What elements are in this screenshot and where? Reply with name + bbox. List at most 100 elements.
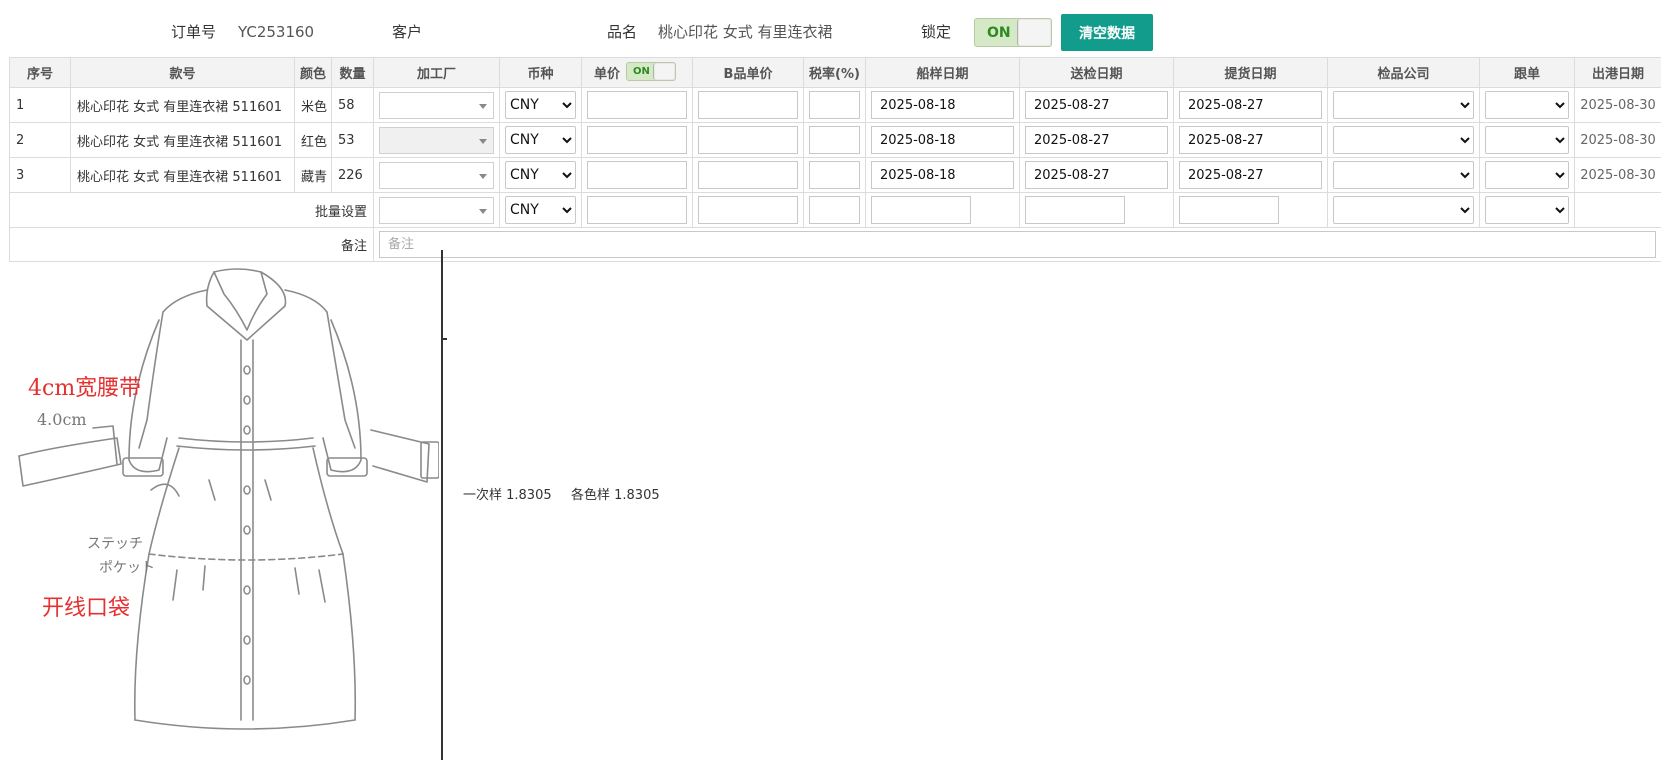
caret-down-icon: [479, 208, 487, 214]
unit-price-input[interactable]: [587, 161, 687, 189]
row-seq: 1: [9, 87, 71, 123]
row-qty: 58: [331, 87, 374, 123]
col-qty: 数量: [331, 57, 374, 88]
follow-up-select[interactable]: [1485, 161, 1569, 189]
col-tax-rate: 税率(%): [803, 57, 866, 88]
unit-price-input[interactable]: [587, 126, 687, 154]
batch-inspection-company-select[interactable]: [1333, 196, 1474, 224]
annotation-waistband: 4cm宽腰带: [28, 376, 142, 401]
batch-settings-row: 批量设置 CNY: [9, 192, 1661, 228]
order-number-value: YC253160: [238, 23, 315, 41]
product-name-value: 桃心印花 女式 有里连衣裙: [658, 23, 833, 41]
color-sample-info: 各色样 1.8305: [571, 488, 660, 503]
currency-select[interactable]: CNY: [505, 91, 576, 119]
factory-select[interactable]: [379, 126, 494, 154]
ship-sample-date-input[interactable]: [871, 126, 1014, 154]
col-b-price: B品单价: [692, 57, 804, 88]
col-color: 颜色: [294, 57, 332, 88]
b-price-input[interactable]: [698, 161, 798, 189]
col-inspection-date: 送检日期: [1019, 57, 1174, 88]
b-price-input[interactable]: [698, 91, 798, 119]
order-header: 订单号 YC253160 客户 品名 桃心印花 女式 有里连衣裙 锁定 ON 清…: [0, 0, 1661, 56]
row-seq: 3: [9, 157, 71, 193]
first-sample-info: 一次样 1.8305: [463, 488, 552, 503]
order-detail-table: 序号 款号 颜色 数量 加工厂 币种 单价 ON B品单价 税率(%) 船样日期…: [9, 57, 1661, 262]
ship-sample-date-input[interactable]: [871, 91, 1014, 119]
unit-price-input[interactable]: [587, 91, 687, 119]
batch-ship-sample-date-input[interactable]: [871, 196, 971, 224]
handwriting-stitch: ステッチ: [87, 536, 143, 552]
currency-select[interactable]: CNY: [505, 161, 576, 189]
row-color: 米色: [294, 87, 332, 123]
row-departure-date: 2025-08-30: [1574, 122, 1661, 158]
order-number-label: 订单号: [171, 23, 217, 41]
row-style: 桃心印花 女式 有里连衣裙 511601: [70, 157, 295, 193]
currency-select[interactable]: CNY: [505, 126, 576, 154]
unit-price-toggle-state: ON: [633, 66, 650, 77]
clear-data-button[interactable]: 清空数据: [1061, 14, 1153, 51]
batch-pickup-date-input[interactable]: [1179, 196, 1279, 224]
inspection-date-input[interactable]: [1025, 91, 1168, 119]
tax-rate-input[interactable]: [809, 126, 860, 154]
caret-down-icon: [479, 138, 487, 144]
annotation-pocket: 开线口袋: [42, 596, 131, 621]
batch-inspection-date-input[interactable]: [1025, 196, 1125, 224]
handwriting-pocket: ポケット: [99, 560, 155, 576]
col-unit-price: 单价 ON: [581, 57, 693, 88]
lock-toggle[interactable]: ON: [974, 18, 1052, 47]
row-style: 桃心印花 女式 有里连衣裙 511601: [70, 122, 295, 158]
inspection-company-select[interactable]: [1333, 126, 1474, 154]
factory-select[interactable]: [379, 91, 494, 119]
b-price-input[interactable]: [698, 126, 798, 154]
table-row: 2 桃心印花 女式 有里连衣裙 511601 红色 53 CNY 2025-08…: [9, 122, 1661, 158]
inspection-company-select[interactable]: [1333, 91, 1474, 119]
batch-tax-rate-input[interactable]: [809, 196, 860, 224]
col-departure-date: 出港日期: [1574, 57, 1661, 88]
table-row: 3 桃心印花 女式 有里连衣裙 511601 藏青 226 CNY 2025-0…: [9, 157, 1661, 193]
lock-toggle-state: ON: [987, 24, 1011, 41]
row-color: 红色: [294, 122, 332, 158]
table-row: 1 桃心印花 女式 有里连衣裙 511601 米色 58 CNY 2025-08…: [9, 87, 1661, 123]
row-departure-date: 2025-08-30: [1574, 157, 1661, 193]
table-header-row: 序号 款号 颜色 数量 加工厂 币种 单价 ON B品单价 税率(%) 船样日期…: [9, 57, 1661, 88]
ship-sample-date-input[interactable]: [871, 161, 1014, 189]
pickup-date-input[interactable]: [1179, 126, 1322, 154]
factory-select[interactable]: [379, 161, 494, 189]
lock-label: 锁定: [921, 23, 952, 41]
follow-up-select[interactable]: [1485, 126, 1569, 154]
col-ship-sample-date: 船样日期: [865, 57, 1020, 88]
batch-currency-select[interactable]: CNY: [505, 196, 576, 224]
caret-down-icon: [479, 103, 487, 109]
col-style: 款号: [70, 57, 295, 88]
col-currency: 币种: [499, 57, 582, 88]
inspection-company-select[interactable]: [1333, 161, 1474, 189]
toggle-knob: [653, 63, 675, 80]
dress-sketch-image: 4.0cm ステッチ ポケット: [18, 268, 439, 730]
inspection-date-input[interactable]: [1025, 161, 1168, 189]
pickup-date-input[interactable]: [1179, 91, 1322, 119]
row-qty: 226: [331, 157, 374, 193]
divider-line: [441, 250, 443, 760]
row-color: 藏青: [294, 157, 332, 193]
tax-rate-input[interactable]: [809, 91, 860, 119]
batch-follow-up-select[interactable]: [1485, 196, 1569, 224]
follow-up-select[interactable]: [1485, 91, 1569, 119]
col-factory: 加工厂: [373, 57, 500, 88]
row-departure-date: 2025-08-30: [1574, 87, 1661, 123]
caret-down-icon: [479, 173, 487, 179]
batch-unit-price-input[interactable]: [587, 196, 687, 224]
batch-b-price-input[interactable]: [698, 196, 798, 224]
batch-settings-label: 批量设置: [9, 192, 374, 228]
divider-tick: [443, 338, 447, 340]
unit-price-toggle[interactable]: ON: [626, 62, 676, 81]
memo-input[interactable]: [379, 231, 1656, 258]
col-inspection-company: 检品公司: [1327, 57, 1480, 88]
tax-rate-input[interactable]: [809, 161, 860, 189]
product-name-label: 品名: [607, 23, 638, 41]
pickup-date-input[interactable]: [1179, 161, 1322, 189]
row-style: 桃心印花 女式 有里连衣裙 511601: [70, 87, 295, 123]
handwriting-width: 4.0cm: [37, 410, 87, 429]
inspection-date-input[interactable]: [1025, 126, 1168, 154]
batch-factory-select[interactable]: [379, 196, 494, 224]
row-seq: 2: [9, 122, 71, 158]
